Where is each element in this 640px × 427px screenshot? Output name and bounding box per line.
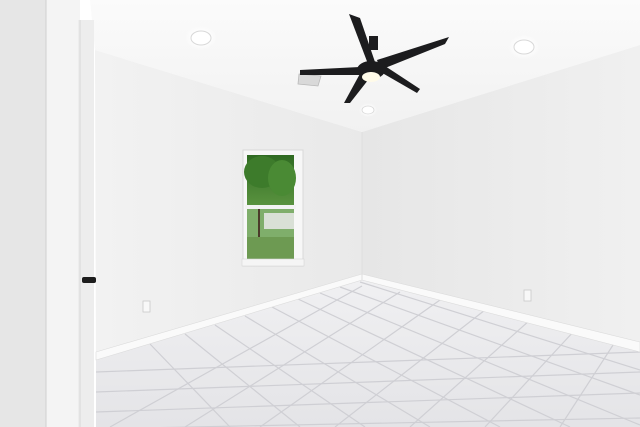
outlet-left [142,300,151,313]
outlet-right [523,289,532,302]
door-frame [0,0,96,427]
door-handle-icon [82,277,96,283]
window [241,149,305,267]
hvac-vent [297,73,322,87]
room-photo [0,0,640,427]
room-illustration [0,0,640,427]
